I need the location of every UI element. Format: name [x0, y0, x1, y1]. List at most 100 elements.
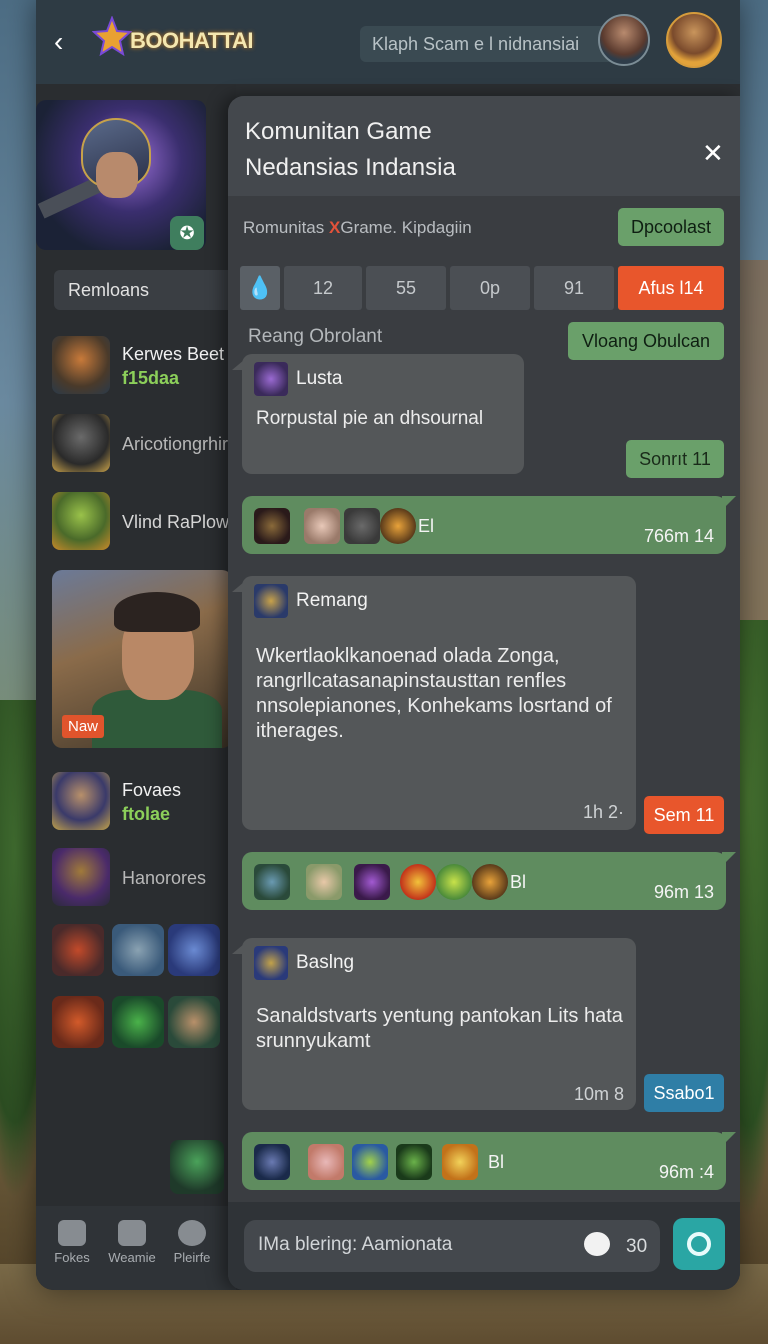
- section-action-button[interactable]: Vloang Obulcan: [568, 322, 724, 360]
- section-label: Reang Obrolant: [248, 326, 383, 347]
- reaction-avatar[interactable]: [254, 1144, 290, 1180]
- hero-tile[interactable]: [52, 924, 104, 976]
- reaction-avatar[interactable]: [352, 1144, 388, 1180]
- tab-bar: 💧 12 55 0p 91 Afus l14: [240, 266, 724, 310]
- logo-star-icon: [92, 16, 132, 56]
- new-badge: Naw: [62, 715, 105, 738]
- reaction-avatar[interactable]: [354, 864, 390, 900]
- message-status-pill: Sonrıt 11: [626, 440, 724, 478]
- profile-avatar[interactable]: [666, 12, 722, 68]
- reaction-avatar[interactable]: [304, 508, 340, 544]
- hero-tile[interactable]: [168, 996, 220, 1048]
- reaction-strip[interactable]: El 766m 14: [242, 496, 736, 554]
- nav-item-weamie[interactable]: Weamie: [102, 1220, 162, 1265]
- chat-message[interactable]: Baslng Sanaldstvarts yentung pantokan Li…: [232, 938, 636, 1110]
- controller-icon: [118, 1220, 146, 1246]
- reaction-label: Bl: [488, 1152, 505, 1172]
- breadcrumb-part[interactable]: Grame. Kipdagiin: [340, 218, 471, 237]
- message-text: Rorpustal pie an dhsournal: [256, 408, 484, 429]
- hero-avatar-icon: [52, 848, 110, 906]
- tab-91[interactable]: 91: [534, 266, 614, 310]
- reaction-avatar[interactable]: [396, 1144, 432, 1180]
- hero-tile[interactable]: [112, 924, 164, 976]
- tab-12[interactable]: 12: [284, 266, 362, 310]
- top-action-button[interactable]: Dpcoolast: [618, 208, 724, 246]
- message-status-pill: Ssabo1: [644, 1074, 724, 1112]
- panel-header: Komunitan Game Nedansias Indansia ✕: [228, 96, 740, 196]
- fox-icon: [442, 1144, 478, 1180]
- message-text: Sanaldstvarts yentung pantokan Lits hata…: [256, 1005, 623, 1052]
- breadcrumb-separator: X: [329, 218, 341, 237]
- sidebar-item-label: Hanorores: [122, 868, 207, 888]
- shield-icon: [472, 864, 508, 900]
- sidebar-item-label: Kerwes Beet: [122, 344, 225, 364]
- tab-55[interactable]: 55: [366, 266, 446, 310]
- sidebar-item-vlind-raplow[interactable]: Vlind RaPlow: [52, 492, 242, 552]
- chat-bubble-icon[interactable]: [584, 1232, 610, 1256]
- search-field[interactable]: Klaph Scam e l nidnansiai: [360, 26, 626, 62]
- tab-afus[interactable]: Afus l14: [618, 266, 724, 310]
- hero-tile[interactable]: [52, 996, 104, 1048]
- panel-title: Komunitan Game: [245, 118, 432, 145]
- close-icon[interactable]: ✕: [702, 140, 724, 166]
- sender-avatar[interactable]: [254, 946, 288, 980]
- reaction-label: Bl: [510, 872, 527, 892]
- breadcrumb: Romunitas XGrame. Kipdagiin: [243, 218, 472, 238]
- sidebar-item-label: Fovaes: [122, 780, 182, 800]
- reaction-time: 96m :4: [658, 1162, 714, 1182]
- sidebar-item-hanorores[interactable]: Hanorores: [52, 848, 242, 908]
- sidebar-item-label: Aricotiongrhir: [122, 434, 229, 454]
- message-composer: IMa blering: Aamionata 30: [228, 1202, 740, 1290]
- breadcrumb-part[interactable]: Romunitas: [243, 218, 324, 237]
- chat-message[interactable]: Lusta Rorpustal pie an dhsournal: [232, 354, 524, 474]
- reaction-strip[interactable]: Bl 96m :4: [242, 1132, 736, 1190]
- message-status-pill: Sem 11: [644, 796, 724, 834]
- send-button[interactable]: [673, 1218, 725, 1270]
- sidebar-item-sublabel: ftolae: [122, 804, 171, 824]
- hero-tile-row: [52, 996, 232, 1050]
- shield-icon: [380, 508, 416, 544]
- sender-name: Baslng: [296, 952, 355, 973]
- tab-0p[interactable]: 0p: [450, 266, 530, 310]
- bottom-nav: Fokes Weamie Pleirfe: [36, 1206, 236, 1290]
- app-logo-text: BOOHATTAI: [130, 28, 254, 53]
- hero-avatar-icon: [52, 414, 110, 472]
- reaction-avatar[interactable]: [254, 864, 290, 900]
- online-friend-avatar[interactable]: [170, 1140, 224, 1194]
- reaction-avatar[interactable]: [306, 864, 342, 900]
- panel-subtitle: Nedansias Indansia: [245, 154, 456, 181]
- reaction-avatar[interactable]: [308, 1144, 344, 1180]
- reaction-strip[interactable]: Bl 96m 13: [242, 852, 736, 910]
- fire-icon: [400, 864, 436, 900]
- user-avatar[interactable]: [598, 14, 650, 66]
- sidebar-item-label: Vlind RaPlow: [122, 512, 230, 532]
- link-badge-icon[interactable]: ✪: [170, 216, 204, 250]
- promo-hero-hair: [114, 592, 200, 632]
- sender-avatar[interactable]: [254, 362, 288, 396]
- promo-banner[interactable]: Naw: [52, 570, 232, 748]
- leaf-icon: [436, 864, 472, 900]
- profile-icon: [178, 1220, 206, 1246]
- message-time: 1h 2·: [582, 802, 624, 822]
- nav-item-pleirfe[interactable]: Pleirfe: [162, 1220, 222, 1265]
- sidebar-search-field[interactable]: Remloans: [54, 270, 234, 310]
- chat-message[interactable]: Remang Wkertlaoklkanoenad olada Zonga, r…: [232, 576, 636, 830]
- sidebar-item-kerwes-beet[interactable]: Kerwes Beet f15daa: [52, 336, 242, 396]
- reaction-avatar[interactable]: [254, 508, 290, 544]
- back-arrow-icon[interactable]: ‹: [54, 28, 76, 56]
- hero-tile[interactable]: [112, 996, 164, 1048]
- drop-icon[interactable]: 💧: [240, 266, 280, 310]
- sender-avatar[interactable]: [254, 584, 288, 618]
- reaction-time: 96m 13: [653, 882, 714, 902]
- sender-name: Lusta: [296, 368, 343, 389]
- hero-face: [96, 152, 138, 198]
- message-text: Wkertlaoklkanoenad olada Zonga, rangrllc…: [256, 645, 612, 742]
- sidebar-item-aricotiongrhir[interactable]: Aricotiongrhir: [52, 414, 242, 474]
- header-bar: ‹ BOOHATTAI Klaph Scam e l nidnansiai: [36, 0, 740, 84]
- hero-tile[interactable]: [168, 924, 220, 976]
- app-window: ‹ BOOHATTAI Klaph Scam e l nidnansiai ✪ …: [36, 0, 740, 1290]
- nav-item-fokes[interactable]: Fokes: [42, 1220, 102, 1265]
- character-count: 30: [626, 1236, 648, 1257]
- reaction-avatar[interactable]: [344, 508, 380, 544]
- sidebar-item-fovaes[interactable]: Fovaes ftolae: [52, 772, 242, 832]
